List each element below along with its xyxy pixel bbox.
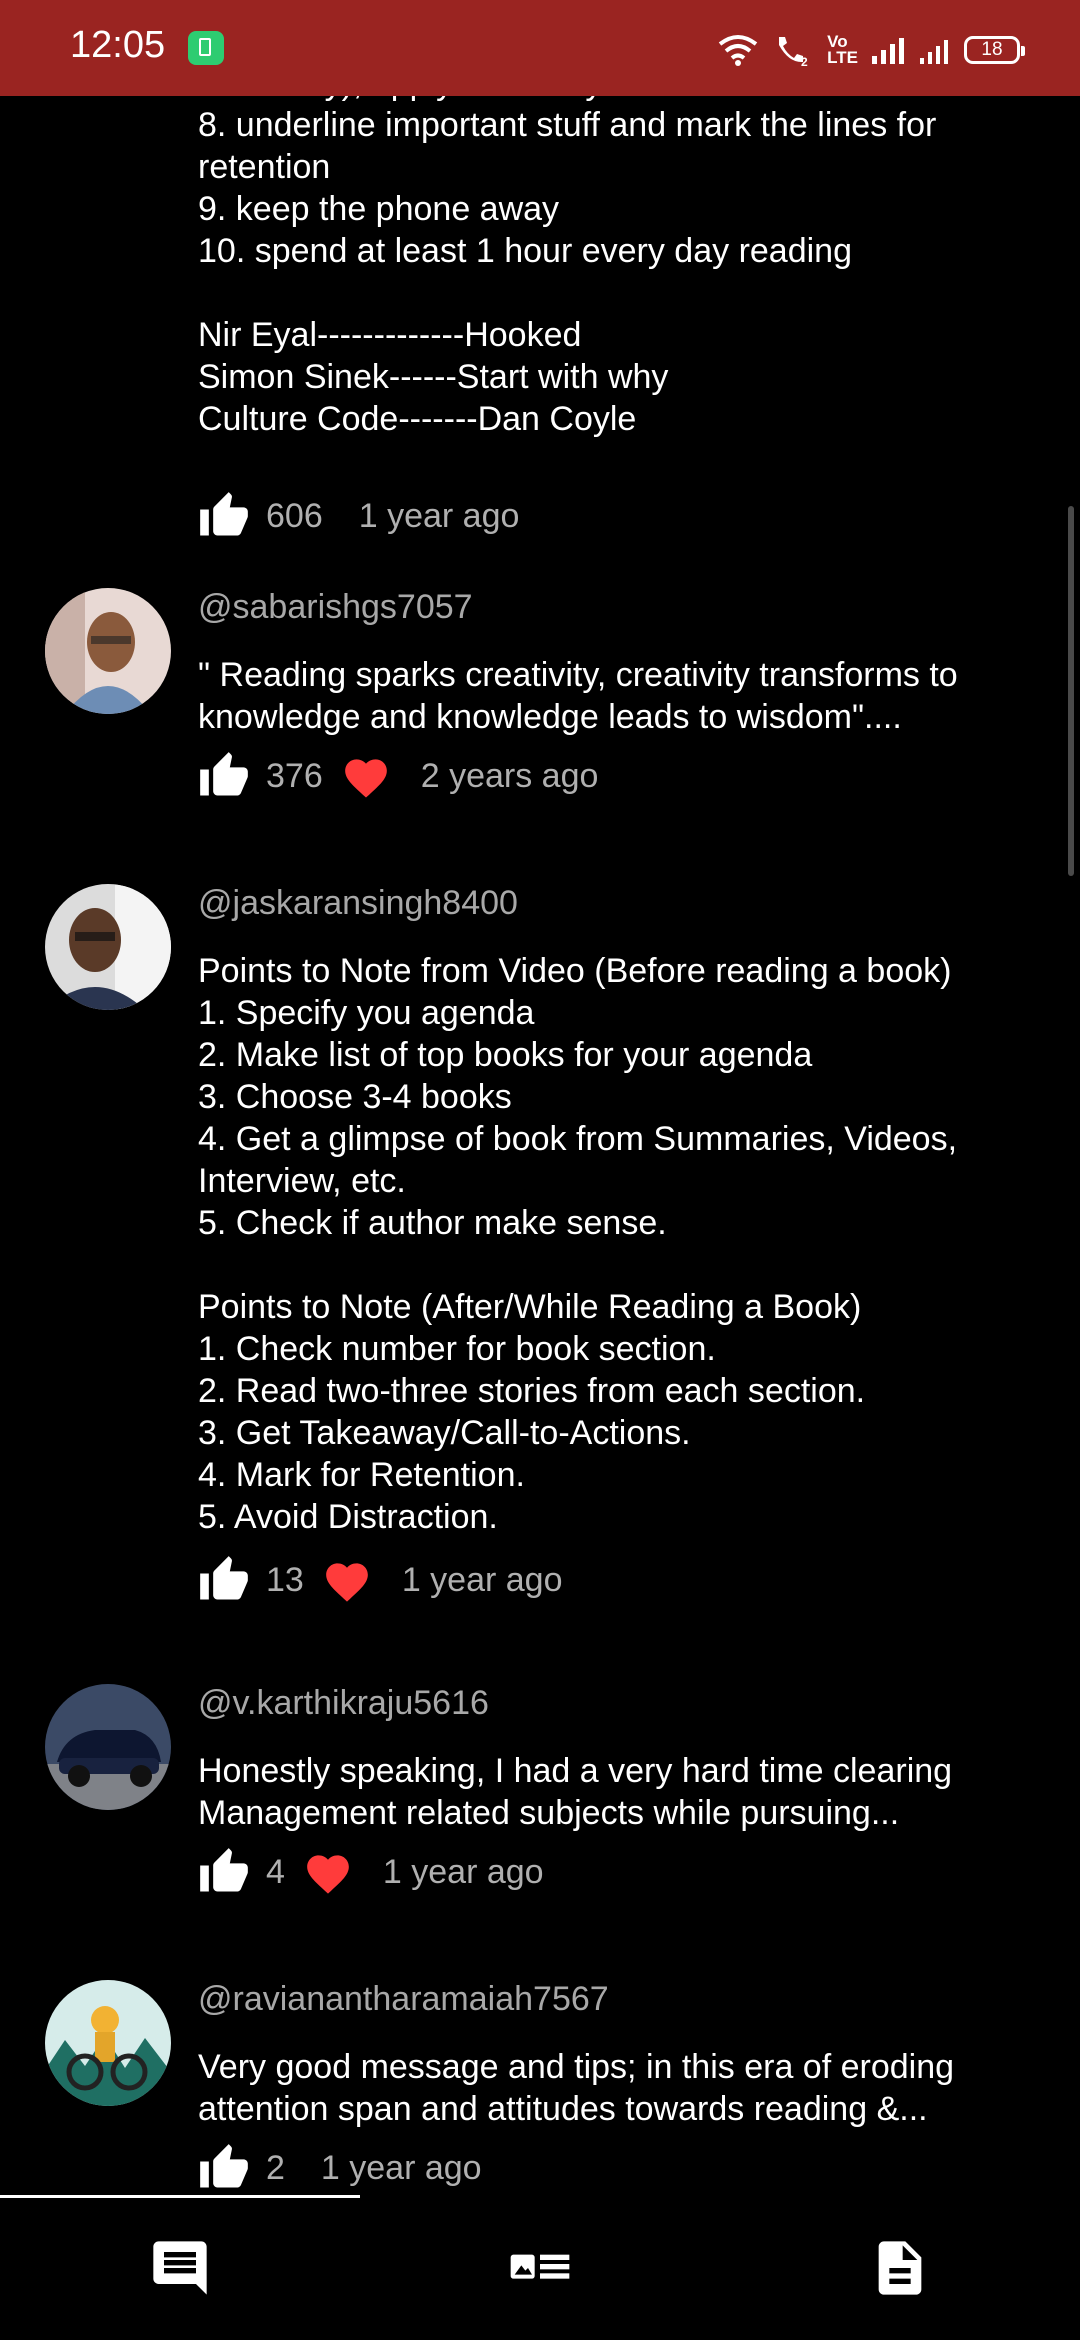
comment-author[interactable]: @v.karthikraju5616 — [198, 1684, 489, 1723]
comment-text: Honestly speaking, I had a very hard tim… — [198, 1752, 953, 1832]
creator-heart-icon — [325, 1563, 368, 1602]
comments-list[interactable]: takeaway), apply them to your life 8. un… — [0, 96, 1080, 2198]
document-icon[interactable] — [868, 2236, 932, 2300]
comment-author[interactable]: @sabarishgs7057 — [198, 588, 473, 627]
avatar[interactable] — [45, 1684, 171, 1810]
like-icon[interactable] — [198, 750, 250, 802]
comment-actions: 606 1 year ago — [198, 488, 519, 544]
app-notification-icon — [188, 31, 224, 65]
like-count: 606 — [266, 496, 323, 535]
like-count: 4 — [266, 1852, 285, 1891]
status-time: 12:05 — [70, 24, 166, 66]
like-count: 376 — [266, 756, 323, 795]
creator-heart-icon — [344, 759, 387, 798]
comment-text: takeaway), apply them to your life 8. un… — [198, 96, 937, 438]
comment-author[interactable]: @ravianantharamaiah7567 — [198, 1980, 609, 2019]
description-icon[interactable] — [508, 2236, 572, 2300]
comment-time: 1 year ago — [401, 1560, 563, 1599]
comment-actions: 13 1 year ago — [198, 1552, 563, 1608]
comment-time: 1 year ago — [320, 2148, 482, 2187]
avatar[interactable] — [45, 1980, 171, 2106]
volte-icon: Vo LTE — [827, 32, 858, 67]
bottom-nav — [0, 2198, 1080, 2340]
scrollbar[interactable] — [1068, 506, 1074, 876]
like-count: 13 — [266, 1560, 304, 1599]
status-bar: 12:05 2 Vo LTE 18 — [0, 0, 1080, 96]
comment-actions: 2 1 year ago — [198, 2140, 482, 2196]
comments-icon[interactable] — [148, 2236, 212, 2300]
svg-text:2: 2 — [801, 55, 808, 67]
wifi-icon — [718, 35, 758, 66]
comment-time: 1 year ago — [382, 1852, 544, 1891]
like-icon[interactable] — [198, 1846, 250, 1898]
comment-actions: 376 2 years ago — [198, 748, 598, 804]
avatar[interactable] — [45, 884, 171, 1010]
like-icon[interactable] — [198, 2142, 250, 2194]
creator-heart-icon — [307, 1855, 349, 1894]
comment-time: 1 year ago — [358, 496, 520, 535]
signal-icon-1 — [872, 38, 904, 64]
comment-text: Very good message and tips; in this era … — [198, 2048, 955, 2128]
avatar[interactable] — [45, 588, 171, 714]
wifi-calling-icon: 2 — [779, 37, 808, 67]
like-icon[interactable] — [198, 1554, 250, 1606]
comment-text: " Reading sparks creativity, creativity … — [198, 656, 958, 736]
comment-time: 2 years ago — [420, 756, 599, 795]
signal-icon-2 — [920, 40, 948, 64]
status-icons: 2 Vo LTE 18 — [717, 30, 1025, 70]
like-icon[interactable] — [198, 490, 250, 542]
comment-author[interactable]: @jaskaransingh8400 — [198, 884, 518, 923]
battery-icon: 18 — [964, 36, 1025, 64]
comment-text: Points to Note from Video (Before readin… — [198, 952, 958, 1536]
like-count: 2 — [266, 2148, 285, 2187]
comment-actions: 4 1 year ago — [198, 1844, 544, 1900]
